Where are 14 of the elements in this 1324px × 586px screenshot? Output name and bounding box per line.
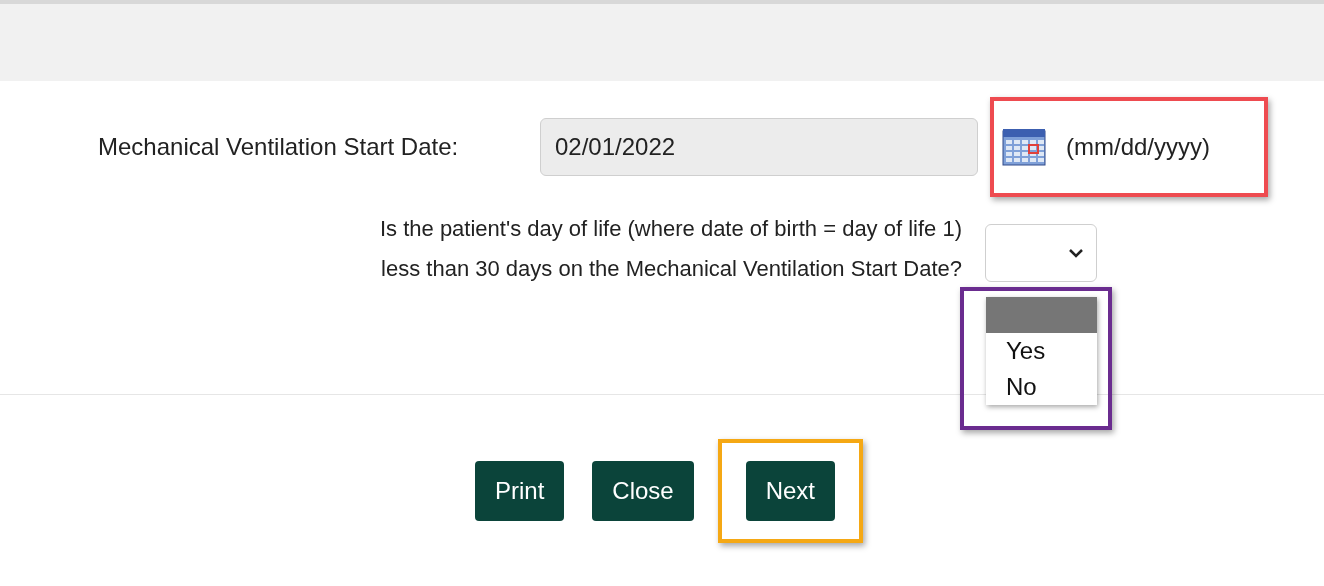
- dropdown-select[interactable]: [985, 224, 1097, 282]
- dropdown-option[interactable]: Yes: [986, 333, 1097, 369]
- field-label: Mechanical Ventilation Start Date:: [98, 133, 460, 161]
- question-text: less than 30 days on the Mechanical Ventilation Start Date?: [380, 255, 962, 283]
- date-format-hint: (mm/dd/yyyy): [1066, 133, 1210, 161]
- calendar-icon[interactable]: [1002, 128, 1046, 166]
- chevron-down-icon: [1068, 248, 1084, 258]
- action-button[interactable]: Close: [592, 461, 694, 521]
- question-text: Is the patient's day of life (where date of birth = day of life 1): [378, 215, 962, 243]
- blank-option[interactable]: [986, 297, 1097, 333]
- action-button[interactable]: Next: [745, 461, 836, 521]
- action-button[interactable]: Print: [474, 461, 565, 521]
- dropdown-option[interactable]: No: [986, 369, 1097, 405]
- date-field[interactable]: 02/01/2022: [540, 118, 978, 176]
